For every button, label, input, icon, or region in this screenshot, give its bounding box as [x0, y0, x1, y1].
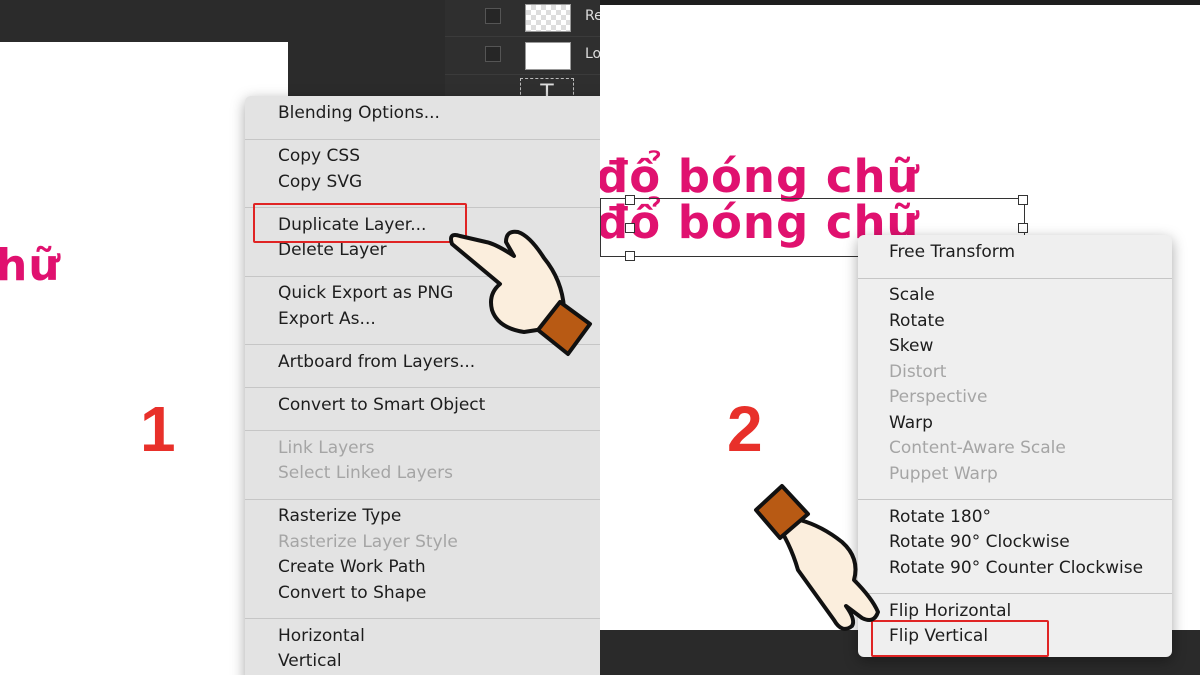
menu-item-skew[interactable]: Skew	[889, 335, 933, 357]
menu-item-convert-to-shape[interactable]: Convert to Shape	[278, 582, 426, 604]
transform-handle[interactable]	[625, 223, 635, 233]
transform-handle[interactable]	[1018, 223, 1028, 233]
menu-separator	[245, 387, 600, 388]
menu-item-warp[interactable]: Warp	[889, 412, 933, 434]
menu-item-distort: Distort	[889, 361, 947, 382]
menu-item-rotate-90-clockwise[interactable]: Rotate 90° Clockwise	[889, 531, 1070, 553]
menu-item-puppet-warp: Puppet Warp	[889, 463, 998, 484]
menu-separator	[858, 277, 1172, 279]
menu-separator	[858, 593, 1172, 594]
step-number: 1	[140, 393, 176, 465]
menu-item-copy-css[interactable]: Copy CSS	[278, 145, 360, 167]
menu-item-copy-svg[interactable]: Copy SVG	[278, 171, 362, 193]
transform-handle[interactable]	[625, 251, 635, 261]
step-number: 2	[727, 393, 763, 465]
menu-separator	[245, 618, 600, 619]
menu-separator	[245, 498, 600, 500]
menu-item-flip-horizontal[interactable]: Flip Horizontal	[889, 600, 1011, 622]
menu-separator	[245, 138, 600, 140]
layer-thumbnail	[525, 4, 571, 32]
layer-name: Lo	[585, 46, 600, 62]
duplicate-layer-highlight	[253, 203, 467, 243]
menu-item-rotate[interactable]: Rotate	[889, 310, 945, 332]
menu-item-vertical[interactable]: Vertical	[278, 650, 342, 672]
transform-handle[interactable]	[1018, 195, 1028, 205]
menu-item-convert-to-smart-object[interactable]: Convert to Smart Object	[278, 394, 485, 416]
layer-row[interactable]: Lo	[445, 38, 600, 75]
transform-handle[interactable]	[625, 195, 635, 205]
menu-item-blending-options[interactable]: Blending Options...	[278, 102, 440, 124]
menu-item-rasterize-type[interactable]: Rasterize Type	[278, 505, 401, 527]
layer-name: Re	[585, 8, 600, 24]
menu-item-content-aware-scale: Content-Aware Scale	[889, 438, 1066, 459]
pointing-hand-icon	[754, 484, 880, 631]
menu-item-scale[interactable]: Scale	[889, 284, 935, 306]
menu-item-export-as[interactable]: Export As...	[278, 308, 376, 330]
layer-context-menu: Blending Options... Copy CSS Copy SVG Dupli…	[245, 96, 600, 675]
menu-separator	[858, 499, 1172, 500]
menu-item-link-layers: Link Layers	[278, 437, 375, 458]
menu-item-quick-export-as-png[interactable]: Quick Export as PNG	[278, 282, 453, 304]
visibility-toggle[interactable]	[485, 46, 501, 62]
layer-thumbnail	[525, 42, 571, 70]
menu-item-rotate-90-counter-clockwise[interactable]: Rotate 90° Counter Clockwise	[889, 557, 1143, 579]
step-1-panel: hữ Re Lo T Blending Options... Copy CSS Co…	[0, 0, 600, 675]
transform-context-menu: Free Transform Scale Rotate Skew Distort Pers…	[858, 235, 1172, 657]
menu-item-rotate-180[interactable]: Rotate 180°	[889, 506, 991, 528]
menu-item-select-linked-layers: Select Linked Layers	[278, 463, 453, 484]
menu-item-free-transform[interactable]: Free Transform	[889, 241, 1015, 263]
visibility-toggle[interactable]	[485, 8, 501, 24]
pointing-hand-icon	[449, 229, 592, 356]
menu-item-create-work-path[interactable]: Create Work Path	[278, 556, 426, 578]
menu-item-perspective: Perspective	[889, 387, 988, 408]
step-2-panel: đổ bóng chữ đổ bóng chữ Free Transform Sc…	[600, 0, 1200, 675]
menu-item-horizontal[interactable]: Horizontal	[278, 625, 365, 647]
canvas-text: hữ	[0, 240, 61, 291]
menu-separator	[245, 430, 600, 431]
layer-row[interactable]: Re	[445, 0, 600, 37]
menu-item-rasterize-layer-style: Rasterize Layer Style	[278, 531, 458, 552]
window-top-strip	[600, 0, 1200, 5]
